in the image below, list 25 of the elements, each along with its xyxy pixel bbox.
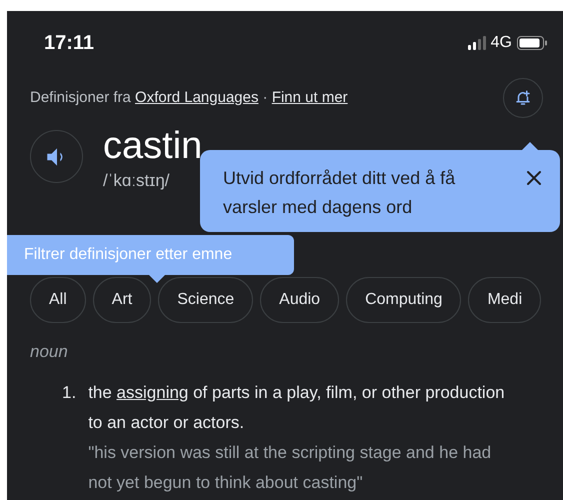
pronunciation-button[interactable] [30, 130, 83, 183]
usage-example: "his version was still at the scripting stage and he had not yet begun to think about casting" [88, 442, 492, 494]
network-label: 4G [490, 33, 512, 53]
topic-chip[interactable]: Science [158, 276, 254, 322]
source-attribution: Definisjoner fra Oxford Languages · Finn ut mer [30, 88, 348, 108]
topic-chip[interactable]: Computing [346, 276, 462, 322]
definition-text: the assigning of parts in a play, film, or other production to an actor or actors. [88, 382, 506, 434]
clock-time: 17:11 [44, 31, 94, 56]
notification-button[interactable] [503, 78, 543, 118]
topic-chip[interactable]: All [30, 276, 86, 322]
phonetic-spelling: /ˈkɑːstɪŋ/ [103, 170, 171, 192]
bell-plus-icon [514, 89, 532, 107]
oxford-languages-link[interactable]: Oxford Languages [135, 88, 258, 106]
signal-icon [468, 36, 486, 50]
battery-icon [517, 36, 547, 50]
topic-chip[interactable]: Art [92, 276, 152, 322]
tooltip-message: Filtrer definisjoner etter emne [24, 245, 232, 265]
topic-chip[interactable]: Medi [468, 276, 542, 322]
definition-number: 1. [62, 382, 76, 404]
headword: castin [103, 124, 202, 168]
topic-chip[interactable]: Audio [260, 276, 340, 322]
learn-more-link[interactable]: Finn ut mer [272, 88, 348, 106]
assigning-link[interactable]: assigning [116, 383, 188, 402]
tooltip-message: Utvid ordforrådet ditt ved å få varsler med dagens ord [223, 167, 456, 219]
part-of-speech: noun [29, 340, 68, 362]
